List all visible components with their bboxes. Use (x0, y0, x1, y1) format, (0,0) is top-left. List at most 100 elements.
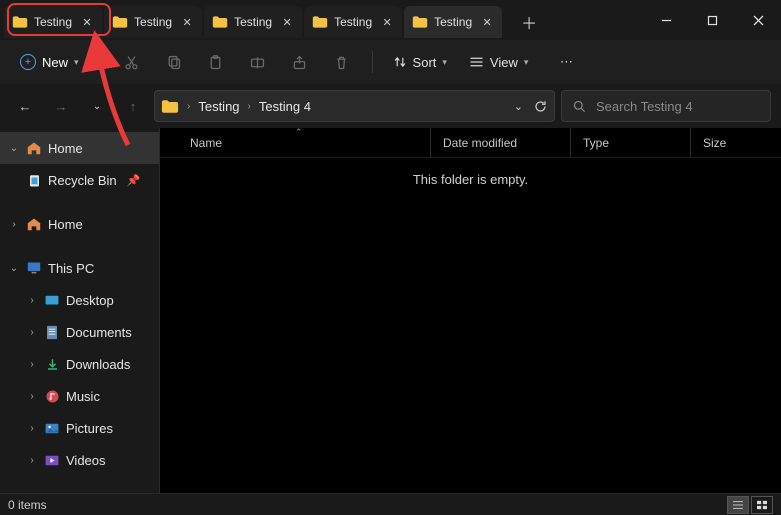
tab-label: Testing (34, 15, 72, 29)
search-input[interactable]: Search Testing 4 (561, 90, 771, 122)
sidebar-item-label: Home (48, 217, 83, 232)
download-icon (44, 356, 60, 372)
close-icon[interactable]: ✕ (378, 13, 396, 31)
navigation-pane: ⌄ Home Recycle Bin 📌 › Home ⌄ This PC › … (0, 128, 160, 493)
address-bar[interactable]: › Testing › Testing 4 ⌄ (154, 90, 555, 122)
sidebar-item-desktop[interactable]: › Desktop (0, 284, 159, 316)
sidebar-item-pictures[interactable]: › Pictures (0, 412, 159, 444)
pictures-icon (44, 420, 60, 436)
column-size[interactable]: Size (690, 128, 781, 157)
chevron-right-icon[interactable]: › (26, 423, 38, 434)
sidebar-item-label: Home (48, 141, 83, 156)
minimize-button[interactable] (643, 0, 689, 40)
sort-indicator-icon: ⌃ (295, 127, 303, 138)
share-button[interactable] (282, 44, 318, 80)
chevron-right-icon[interactable]: › (26, 455, 38, 466)
home-icon (26, 216, 42, 232)
close-icon[interactable]: ✕ (478, 13, 496, 31)
tab-3[interactable]: Testing ✕ (304, 6, 402, 38)
desktop-icon (44, 292, 60, 308)
sidebar-item-documents[interactable]: › Documents (0, 316, 159, 348)
details-view-toggle[interactable] (727, 496, 749, 514)
folder-icon (412, 15, 428, 29)
tab-label: Testing (434, 15, 472, 29)
copy-button[interactable] (156, 44, 192, 80)
column-name[interactable]: Name ⌃ (160, 128, 430, 157)
sidebar-item-recycle-bin[interactable]: Recycle Bin 📌 (0, 164, 159, 196)
folder-icon (12, 15, 28, 29)
up-button[interactable]: ↑ (118, 91, 148, 121)
forward-button[interactable]: → (46, 91, 76, 121)
sidebar-item-downloads[interactable]: › Downloads (0, 348, 159, 380)
recycle-bin-icon (26, 172, 42, 188)
sidebar-item-music[interactable]: › Music (0, 380, 159, 412)
sidebar-item-this-pc[interactable]: ⌄ This PC (0, 252, 159, 284)
column-type[interactable]: Type (570, 128, 690, 157)
folder-icon (112, 15, 128, 29)
chevron-down-icon: ▾ (442, 57, 447, 68)
close-button[interactable] (735, 0, 781, 40)
breadcrumb-item[interactable]: Testing (198, 99, 239, 114)
sidebar-item-label: This PC (48, 261, 94, 276)
more-button[interactable]: ⋯ (548, 44, 584, 80)
chevron-right-icon[interactable]: › (26, 295, 38, 306)
new-button[interactable]: + New ▾ (10, 50, 89, 74)
sort-label: Sort (413, 55, 437, 70)
chevron-right-icon[interactable]: › (26, 359, 38, 370)
chevron-down-icon[interactable]: ⌄ (514, 100, 523, 113)
file-list-area: Name ⌃ Date modified Type Size This fold… (160, 128, 781, 493)
paste-button[interactable] (198, 44, 234, 80)
documents-icon (44, 324, 60, 340)
folder-icon (161, 99, 179, 114)
chevron-right-icon[interactable]: › (248, 101, 251, 112)
search-icon (572, 99, 586, 113)
view-icon (469, 55, 484, 69)
close-icon[interactable]: ✕ (78, 13, 96, 31)
tab-2[interactable]: Testing ✕ (204, 6, 302, 38)
chevron-down-icon: ▾ (74, 57, 79, 68)
folder-icon (212, 15, 228, 29)
tab-4[interactable]: Testing ✕ (404, 6, 502, 38)
new-tab-button[interactable]: ＋ (514, 7, 544, 37)
maximize-button[interactable] (689, 0, 735, 40)
breadcrumb-item[interactable]: Testing 4 (259, 99, 311, 114)
view-label: View (490, 55, 518, 70)
chevron-down-icon: ▾ (524, 57, 529, 68)
sidebar-item-label: Recycle Bin (48, 173, 117, 188)
search-placeholder: Search Testing 4 (596, 99, 693, 114)
close-icon[interactable]: ✕ (278, 13, 296, 31)
videos-icon (44, 452, 60, 468)
thumbnails-view-toggle[interactable] (751, 496, 773, 514)
sidebar-item-videos[interactable]: › Videos (0, 444, 159, 476)
monitor-icon (26, 260, 42, 276)
chevron-right-icon[interactable]: › (26, 327, 38, 338)
pin-icon: 📌 (127, 174, 141, 187)
sidebar-item-label: Pictures (66, 421, 113, 436)
rename-button[interactable] (240, 44, 276, 80)
chevron-right-icon[interactable]: › (8, 219, 20, 230)
chevron-down-icon[interactable]: ⌄ (8, 143, 20, 154)
tab-label: Testing (234, 15, 272, 29)
tab-0[interactable]: Testing ✕ (4, 6, 102, 38)
sidebar-item-label: Music (66, 389, 100, 404)
chevron-right-icon[interactable]: › (187, 101, 190, 112)
view-button[interactable]: View ▾ (461, 51, 536, 74)
chevron-down-icon[interactable]: ⌄ (8, 263, 20, 274)
chevron-right-icon[interactable]: › (26, 391, 38, 402)
back-button[interactable]: ← (10, 91, 40, 121)
refresh-button[interactable] (533, 99, 548, 114)
delete-button[interactable] (324, 44, 360, 80)
sort-icon (393, 55, 407, 69)
sidebar-item-home[interactable]: ⌄ Home (0, 132, 159, 164)
recent-locations-button[interactable]: ⌄ (82, 91, 112, 121)
music-icon (44, 388, 60, 404)
tab-1[interactable]: Testing ✕ (104, 6, 202, 38)
sidebar-item-label: Videos (66, 453, 106, 468)
sidebar-item-label: Documents (66, 325, 132, 340)
tab-strip: Testing ✕ Testing ✕ Testing ✕ Testing ✕ … (0, 0, 643, 40)
column-date[interactable]: Date modified (430, 128, 570, 157)
sort-button[interactable]: Sort ▾ (385, 51, 455, 74)
sidebar-item-home-2[interactable]: › Home (0, 208, 159, 240)
close-icon[interactable]: ✕ (178, 13, 196, 31)
cut-button[interactable] (114, 44, 150, 80)
